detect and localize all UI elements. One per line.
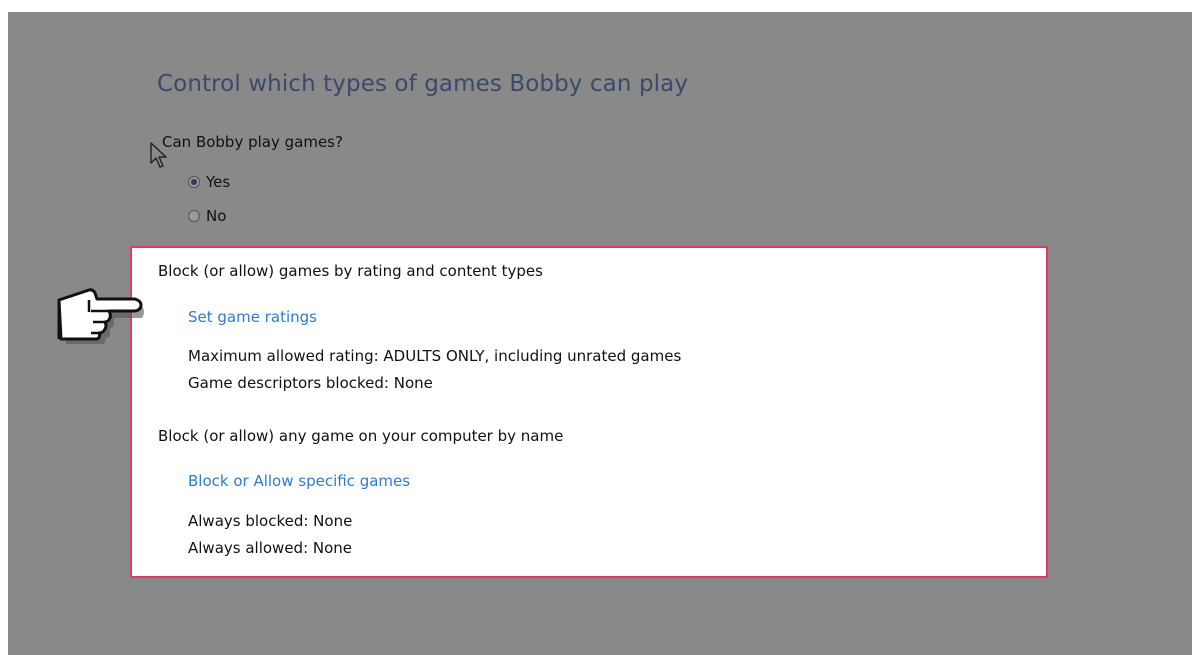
block-allow-games-link[interactable]: Block or Allow specific games	[188, 472, 410, 490]
always-blocked-text: Always blocked: None	[188, 512, 353, 530]
max-rating-text: Maximum allowed rating: ADULTS ONLY, inc…	[188, 347, 682, 365]
radio-no-label: No	[206, 207, 227, 225]
play-question-label: Can Bobby play games?	[162, 133, 343, 151]
rating-section-header: Block (or allow) games by rating and con…	[158, 262, 543, 280]
radio-yes-button[interactable]	[188, 176, 200, 188]
page-title: Control which types of games Bobby can p…	[157, 71, 689, 97]
radio-no-button[interactable]	[188, 210, 200, 222]
arrow-cursor-icon	[150, 142, 167, 168]
pointing-hand-icon	[57, 288, 144, 344]
always-allowed-text: Always allowed: None	[188, 539, 353, 557]
set-game-ratings-link[interactable]: Set game ratings	[188, 308, 317, 326]
radio-yes-label: Yes	[206, 173, 231, 191]
name-section-header: Block (or allow) any game on your comput…	[158, 427, 564, 445]
radio-yes[interactable]: Yes	[188, 173, 230, 191]
descriptors-text: Game descriptors blocked: None	[188, 374, 433, 392]
radio-no[interactable]: No	[188, 207, 226, 225]
